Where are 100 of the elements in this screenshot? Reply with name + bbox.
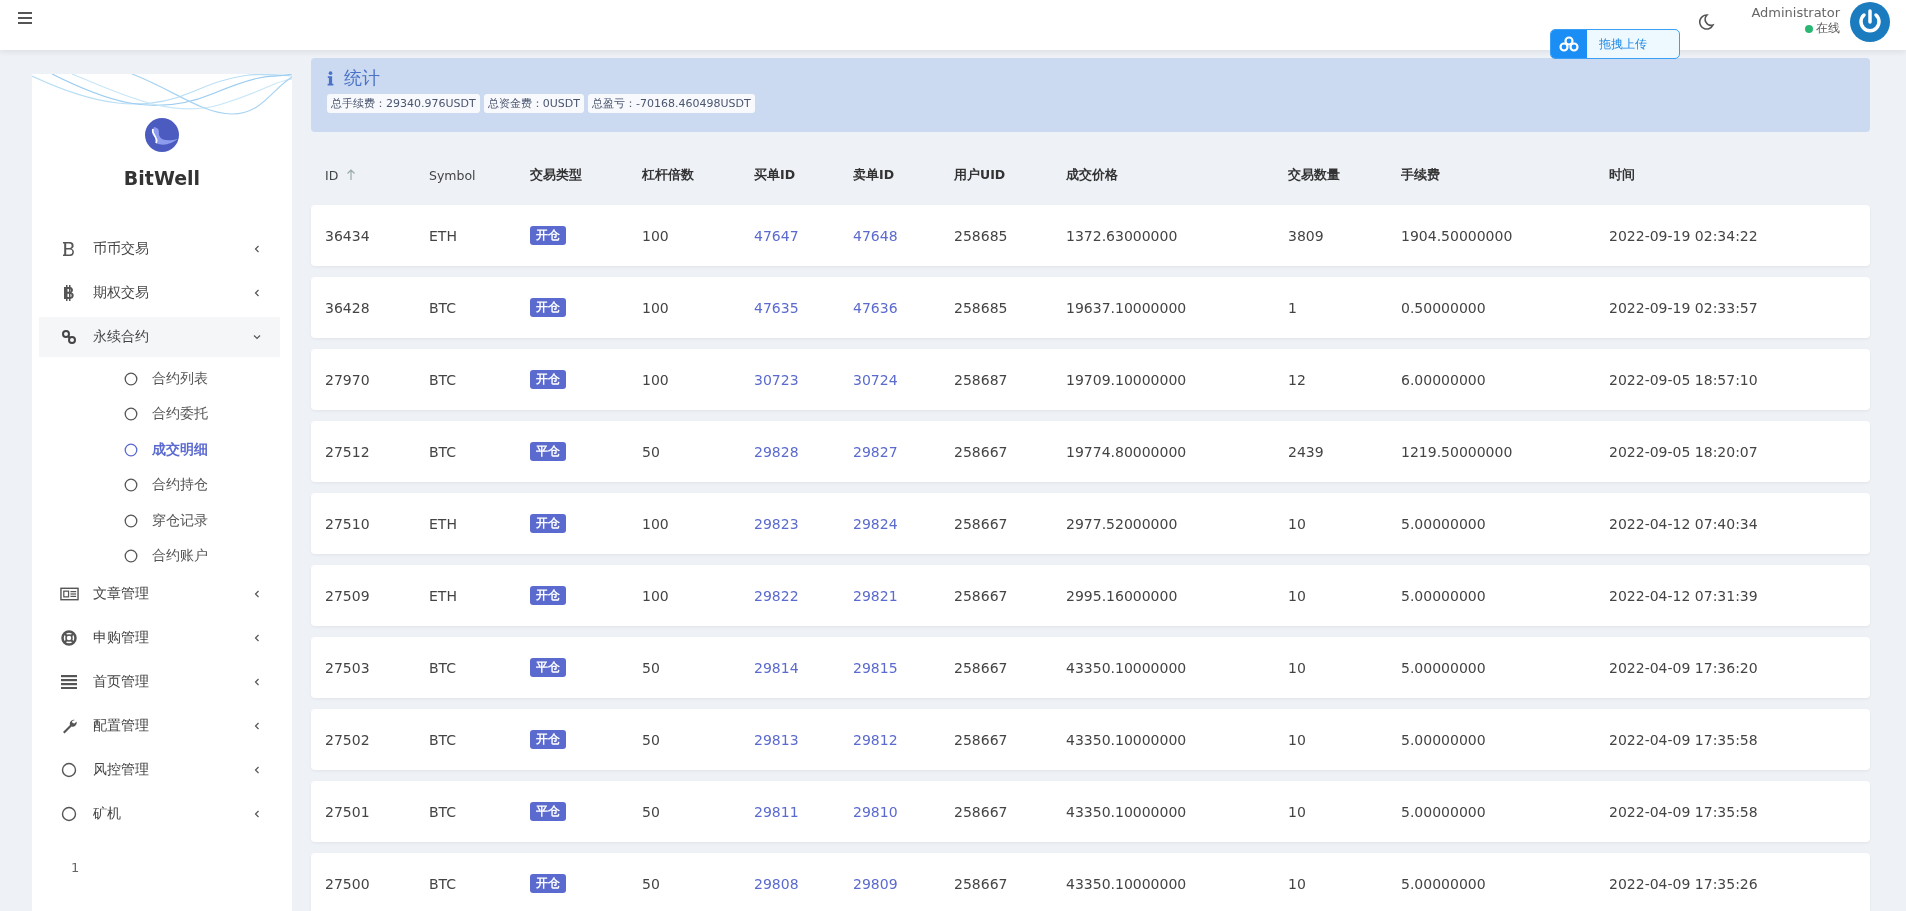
order-id-link[interactable]: 47647 — [754, 227, 799, 244]
table-cell: 10 — [1288, 875, 1306, 892]
circle-icon — [61, 762, 77, 778]
wrench-icon — [61, 718, 77, 734]
table-cell: 1 — [1288, 299, 1297, 316]
menu-item[interactable]: 风控管理 — [39, 750, 280, 790]
submenu-item[interactable]: 合约委托 — [32, 396, 292, 432]
table-cell: 258667 — [954, 443, 1008, 460]
submenu-item[interactable]: 合约账户 — [32, 538, 292, 574]
chevron-left-icon — [252, 809, 262, 819]
order-id-link[interactable]: 29821 — [853, 587, 898, 604]
table-cell: ETH — [429, 587, 457, 604]
table-cell: BTC — [429, 731, 457, 748]
order-id-link[interactable]: 29827 — [853, 443, 898, 460]
link-icon — [61, 329, 77, 345]
menu-item[interactable]: 文章管理 — [39, 574, 280, 614]
submenu-item[interactable]: 成交明细 — [32, 432, 292, 468]
order-id-link[interactable]: 30723 — [754, 371, 799, 388]
order-id-link[interactable]: 29809 — [853, 875, 898, 892]
table-cell: 100 — [642, 299, 669, 316]
column-header[interactable]: 时间 — [1609, 166, 1635, 184]
order-id-link[interactable]: 47636 — [853, 299, 898, 316]
table-cell: 50 — [642, 659, 660, 676]
order-id-link[interactable]: 29811 — [754, 803, 799, 820]
submenu-item[interactable]: 合约列表 — [32, 361, 292, 397]
table-cell: 258687 — [954, 371, 1008, 388]
upload-button[interactable]: 拖拽上传 — [1550, 29, 1680, 59]
menu-item[interactable]: 矿机 — [39, 794, 280, 834]
column-header[interactable]: 杠杆倍数 — [642, 166, 694, 184]
column-header[interactable]: 手续费 — [1401, 166, 1440, 184]
chevron-left-icon — [252, 589, 262, 599]
table-cell: 43350.10000000 — [1066, 875, 1187, 892]
column-header[interactable]: 卖单ID — [853, 166, 895, 184]
menu-item[interactable]: 配置管理 — [39, 706, 280, 746]
table-cell: 2022-04-09 17:35:58 — [1609, 731, 1758, 748]
trade-type-badge: 平仓 — [530, 658, 566, 677]
power-avatar-icon[interactable] — [1850, 2, 1890, 42]
order-id-link[interactable]: 29823 — [754, 515, 799, 532]
trade-type-badge: 开仓 — [530, 370, 566, 389]
table-cell: 2022-04-09 17:35:58 — [1609, 803, 1758, 820]
column-header[interactable]: ID — [325, 167, 339, 183]
column-header[interactable]: 交易类型 — [530, 166, 582, 184]
menu-item[interactable]: 申购管理 — [39, 618, 280, 658]
menu-item[interactable]: 币币交易 — [39, 229, 280, 269]
menu-item[interactable]: 首页管理 — [39, 662, 280, 702]
table-cell: 1904.50000000 — [1401, 227, 1513, 244]
table-cell: 5.00000000 — [1401, 587, 1486, 604]
order-id-link[interactable]: 29813 — [754, 731, 799, 748]
table-cell: 2439 — [1288, 443, 1324, 460]
table-cell: 50 — [642, 875, 660, 892]
column-header[interactable]: 用户UID — [954, 166, 1006, 184]
order-id-link[interactable]: 29824 — [853, 515, 898, 532]
table-cell: 2022-09-19 02:34:22 — [1609, 227, 1758, 244]
column-header[interactable]: 成交价格 — [1066, 166, 1118, 184]
menu-icon[interactable] — [18, 12, 32, 24]
table-cell: 258667 — [954, 587, 1008, 604]
chevron-left-icon — [252, 288, 262, 298]
table-cell: ETH — [429, 227, 457, 244]
order-id-link[interactable]: 47648 — [853, 227, 898, 244]
list-icon — [61, 675, 77, 689]
submenu-item[interactable]: 穿仓记录 — [32, 503, 292, 539]
logo-icon — [144, 117, 180, 153]
order-id-link[interactable]: 29822 — [754, 587, 799, 604]
menu-item[interactable]: 永续合约 — [39, 317, 280, 357]
table-cell: 1372.63000000 — [1066, 227, 1178, 244]
table-cell: 27510 — [325, 515, 370, 532]
order-id-link[interactable]: 29808 — [754, 875, 799, 892]
table-cell: 6.00000000 — [1401, 371, 1486, 388]
table-cell: 27503 — [325, 659, 370, 676]
column-header[interactable]: 交易数量 — [1288, 166, 1340, 184]
table-cell: 19774.80000000 — [1066, 443, 1187, 460]
table-cell: 10 — [1288, 587, 1306, 604]
order-id-link[interactable]: 29812 — [853, 731, 898, 748]
table-cell: 27501 — [325, 803, 370, 820]
menu-item[interactable]: 期权交易 — [39, 273, 280, 313]
order-id-link[interactable]: 29810 — [853, 803, 898, 820]
stat-tag: 总盈亏：-70168.460498USDT — [587, 94, 755, 113]
submenu-item[interactable]: 合约持仓 — [32, 467, 292, 503]
trade-type-badge: 平仓 — [530, 802, 566, 821]
table-cell: BTC — [429, 875, 457, 892]
info-icon — [327, 70, 334, 86]
table-cell: 2977.52000000 — [1066, 515, 1178, 532]
order-id-link[interactable]: 47635 — [754, 299, 799, 316]
table-cell: 27512 — [325, 443, 370, 460]
table-cell: 12 — [1288, 371, 1306, 388]
order-id-link[interactable]: 29828 — [754, 443, 799, 460]
column-header[interactable]: Symbol — [429, 167, 476, 183]
table-cell: 27509 — [325, 587, 370, 604]
circle-icon — [124, 407, 138, 422]
order-id-link[interactable]: 30724 — [853, 371, 898, 388]
table-cell: 36434 — [325, 227, 370, 244]
table-cell: 258667 — [954, 659, 1008, 676]
stat-tag: 总手续费：29340.976USDT — [327, 94, 480, 113]
table-cell: 2022-04-09 17:35:26 — [1609, 875, 1758, 892]
column-header[interactable]: 买单ID — [754, 166, 796, 184]
table-cell: 100 — [642, 587, 669, 604]
order-id-link[interactable]: 29815 — [853, 659, 898, 676]
circle-icon — [124, 442, 138, 457]
order-id-link[interactable]: 29814 — [754, 659, 799, 676]
table-cell: 2022-04-09 17:36:20 — [1609, 659, 1758, 676]
